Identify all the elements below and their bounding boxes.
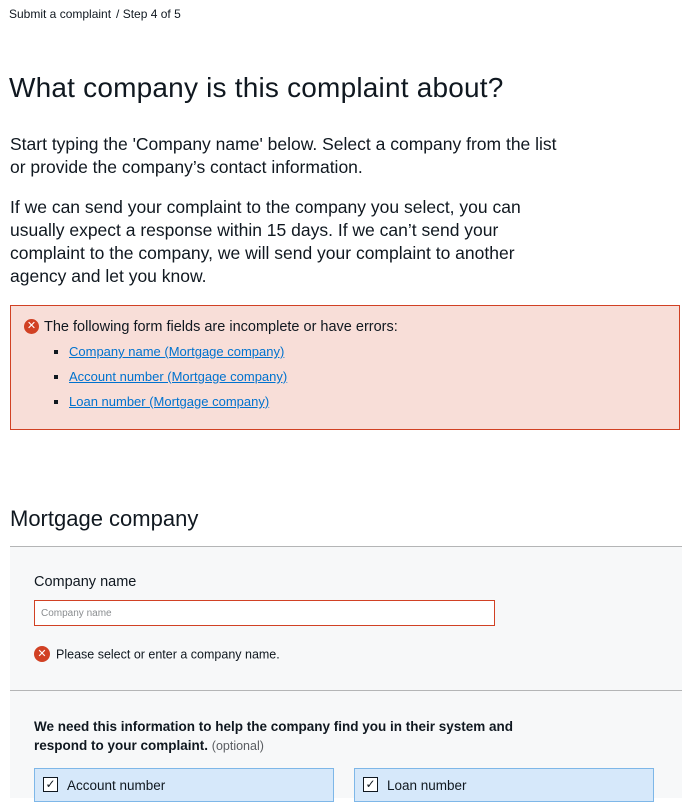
company-name-input[interactable] — [34, 600, 495, 626]
breadcrumb-link[interactable]: Submit a complaint — [9, 7, 111, 21]
error-list: Company name (Mortgage company) Account … — [49, 339, 287, 414]
account-number-label: Account number — [67, 778, 166, 793]
breadcrumb: Submit a complaint / Step 4 of 5 — [9, 7, 181, 21]
page-title: What company is this complaint about? — [9, 72, 504, 103]
divider — [10, 690, 682, 691]
error-list-item: Company name (Mortgage company) — [69, 339, 287, 364]
company-name-error: ✕ Please select or enter a company name. — [34, 646, 280, 663]
section-title: Mortgage company — [10, 506, 199, 531]
mortgage-company-panel: Company name ✕ Please select or enter a c… — [10, 546, 682, 802]
error-circle-icon: ✕ — [24, 318, 39, 334]
loan-number-checkbox[interactable]: ✓ — [363, 777, 378, 792]
breadcrumb-step: / Step 4 of 5 — [116, 7, 181, 21]
error-summary: ✕ The following form fields are incomplet… — [10, 305, 680, 430]
checkmark-icon: ✓ — [45, 777, 56, 791]
error-link-account-number[interactable]: Account number (Mortgage company) — [69, 369, 287, 384]
company-name-error-text: Please select or enter a company name. — [56, 647, 280, 662]
optional-label: (optional) — [211, 739, 264, 753]
error-list-item: Account number (Mortgage company) — [69, 364, 287, 389]
loan-number-label: Loan number — [387, 778, 467, 793]
company-name-label: Company name — [34, 574, 137, 590]
info-text: We need this information to help the com… — [34, 717, 564, 756]
account-number-checkbox[interactable]: ✓ — [43, 777, 58, 792]
intro-paragraph-2: If we can send your complaint to the com… — [10, 197, 521, 286]
error-summary-heading: ✕ The following form fields are incomplet… — [24, 318, 398, 335]
intro-paragraph-1: Start typing the 'Company name' below. S… — [10, 134, 557, 177]
error-summary-heading-text: The following form fields are incomplete… — [44, 319, 398, 335]
error-circle-icon: ✕ — [34, 646, 50, 662]
error-list-item: Loan number (Mortgage company) — [69, 389, 287, 414]
checkmark-icon: ✓ — [365, 777, 376, 791]
error-link-company-name[interactable]: Company name (Mortgage company) — [69, 344, 284, 359]
info-text-main: We need this information to help the com… — [34, 719, 514, 753]
error-link-loan-number[interactable]: Loan number (Mortgage company) — [69, 394, 269, 409]
